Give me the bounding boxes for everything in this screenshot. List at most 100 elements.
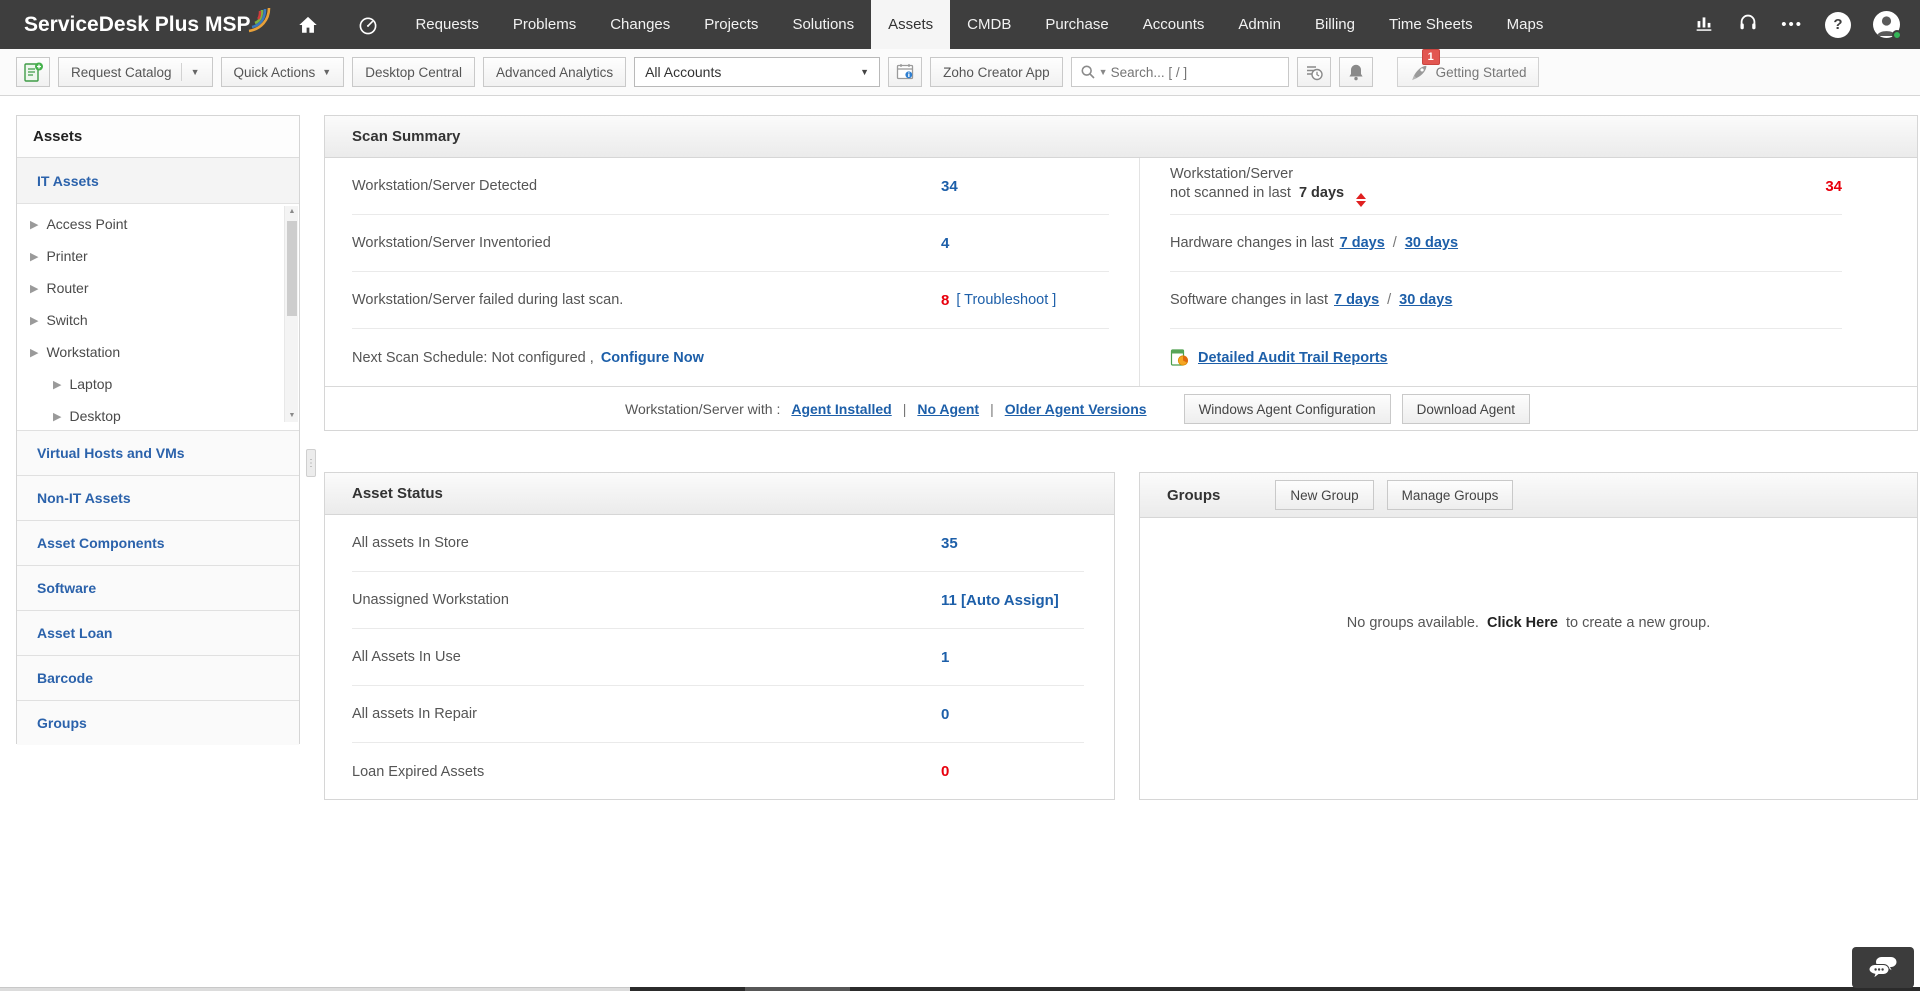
tree-scrollbar[interactable]: ▲ ▼ (284, 206, 298, 422)
sidebar-item-barcode[interactable]: Barcode (17, 655, 299, 700)
tab-maps[interactable]: Maps (1490, 0, 1561, 49)
bottom-scrollbar-thumb[interactable] (745, 987, 850, 991)
sidebar-item-asset-components[interactable]: Asset Components (17, 520, 299, 565)
failed-count[interactable]: 8 (941, 292, 949, 309)
inventoried-count[interactable]: 4 (941, 235, 949, 252)
period-stepper[interactable] (1356, 193, 1367, 207)
software-7-days-link[interactable]: 7 days (1334, 292, 1379, 308)
sidebar-item-non-it-assets[interactable]: Non-IT Assets (17, 475, 299, 520)
expand-arrow-icon[interactable]: ▶ (30, 346, 38, 359)
tab-assets[interactable]: Assets (871, 0, 951, 49)
scheduled-scans-button[interactable] (1296, 57, 1331, 87)
tree-item-router[interactable]: ▶ Router (17, 272, 299, 304)
tab-changes[interactable]: Changes (593, 0, 687, 49)
tab-admin[interactable]: Admin (1221, 0, 1298, 49)
zoho-creator-app-button[interactable]: Zoho Creator App (930, 57, 1063, 87)
sidebar-item-it-assets[interactable]: IT Assets (17, 158, 299, 204)
tab-purchase[interactable]: Purchase (1028, 0, 1125, 49)
unassigned-count-auto-assign-link[interactable]: 11 [Auto Assign] (941, 592, 1059, 609)
tab-cmdb[interactable]: CMDB (950, 0, 1028, 49)
in-store-count[interactable]: 35 (941, 535, 958, 552)
search-icon[interactable] (1080, 64, 1096, 80)
request-catalog-button[interactable]: Request Catalog ▼ (58, 57, 213, 87)
notifications-button[interactable] (1338, 57, 1373, 87)
new-request-button[interactable] (16, 57, 50, 87)
quick-actions-button[interactable]: Quick Actions ▼ (220, 57, 345, 87)
sidebar-item-groups[interactable]: Groups (17, 700, 299, 745)
help-button[interactable]: ? (1825, 11, 1851, 38)
scrollbar-thumb[interactable] (287, 221, 297, 316)
configure-now-link[interactable]: Configure Now (601, 350, 704, 366)
bottom-scrollbar-track[interactable] (0, 987, 630, 991)
app-logo[interactable]: ServiceDesk Plus MSP (0, 0, 278, 49)
live-chat-button[interactable] (1852, 947, 1914, 988)
scan-summary-right-column: Workstation/Server not scanned in last 7… (1140, 158, 1917, 386)
tab-projects[interactable]: Projects (687, 0, 775, 49)
windows-agent-configuration-button[interactable]: Windows Agent Configuration (1183, 394, 1391, 424)
manage-groups-button[interactable]: Manage Groups (1386, 480, 1514, 510)
software-30-days-link[interactable]: 30 days (1399, 292, 1452, 308)
home-tab[interactable] (278, 0, 338, 49)
expand-arrow-icon[interactable]: ▶ (30, 314, 38, 327)
more-menu-button[interactable]: ••• (1781, 16, 1803, 33)
new-group-button[interactable]: New Group (1275, 480, 1374, 510)
create-group-link[interactable]: Click Here (1487, 615, 1558, 631)
software-changes-text: Software changes in last (1170, 292, 1328, 308)
scroll-up-icon[interactable]: ▲ (285, 206, 299, 218)
tree-item-switch[interactable]: ▶ Switch (17, 304, 299, 336)
bar-chart-icon (1696, 17, 1712, 31)
account-filter-select[interactable]: All Accounts ▼ (634, 57, 881, 87)
audit-trail-reports-link[interactable]: Detailed Audit Trail Reports (1198, 350, 1388, 366)
search-input[interactable] (1110, 64, 1280, 80)
tree-item-workstation[interactable]: ▶ Workstation (17, 336, 299, 368)
desktop-central-button[interactable]: Desktop Central (352, 57, 476, 87)
tree-item-label: Desktop (69, 408, 121, 424)
download-agent-button[interactable]: Download Agent (1401, 394, 1530, 424)
tab-problems[interactable]: Problems (496, 0, 593, 49)
troubleshoot-link[interactable]: [ Troubleshoot ] (956, 292, 1056, 308)
tab-time-sheets[interactable]: Time Sheets (1372, 0, 1490, 49)
search-scope-caret-icon[interactable]: ▼ (1099, 67, 1108, 77)
expand-arrow-icon[interactable]: ▶ (30, 282, 38, 295)
expand-arrow-icon[interactable]: ▶ (30, 218, 38, 231)
tree-item-access-point[interactable]: ▶ Access Point (17, 208, 299, 240)
expand-arrow-icon[interactable]: ▶ (53, 378, 61, 391)
expand-arrow-icon[interactable]: ▶ (53, 410, 61, 423)
sidebar-item-asset-loan[interactable]: Asset Loan (17, 610, 299, 655)
getting-started-button[interactable]: 1 Getting Started (1396, 49, 1540, 87)
tree-item-laptop[interactable]: ▶ Laptop (17, 368, 299, 400)
up-arrow-icon[interactable] (1356, 193, 1367, 199)
in-use-count[interactable]: 1 (941, 649, 949, 666)
loan-expired-count[interactable]: 0 (941, 763, 949, 780)
reports-chart-button[interactable] (1693, 11, 1715, 38)
scroll-down-icon[interactable]: ▼ (285, 410, 299, 422)
tree-item-printer[interactable]: ▶ Printer (17, 240, 299, 272)
advanced-analytics-button[interactable]: Advanced Analytics (483, 57, 627, 87)
sidebar-item-virtual-hosts[interactable]: Virtual Hosts and VMs (17, 430, 299, 475)
user-menu-button[interactable] (1873, 11, 1902, 40)
hardware-7-days-link[interactable]: 7 days (1340, 235, 1385, 251)
in-repair-count[interactable]: 0 (941, 706, 949, 723)
agent-installed-link[interactable]: Agent Installed (791, 401, 891, 417)
expand-arrow-icon[interactable]: ▶ (30, 250, 38, 263)
tree-item-desktop[interactable]: ▶ Desktop (17, 400, 299, 432)
hardware-30-days-link[interactable]: 30 days (1405, 235, 1458, 251)
tab-accounts[interactable]: Accounts (1126, 0, 1222, 49)
dashboard-tab[interactable] (338, 0, 398, 49)
sidebar-collapse-handle[interactable]: ⋮ (306, 449, 316, 477)
support-button[interactable] (1737, 11, 1759, 38)
tab-requests[interactable]: Requests (398, 0, 495, 49)
not-scanned-count[interactable]: 34 (1825, 178, 1842, 195)
groups-header: Groups New Group Manage Groups (1140, 473, 1917, 518)
down-arrow-icon[interactable] (1356, 201, 1367, 207)
row-label: All assets In Repair (352, 706, 477, 722)
tree-item-label: Access Point (46, 216, 128, 232)
older-agent-versions-link[interactable]: Older Agent Versions (1005, 401, 1147, 417)
detected-count[interactable]: 34 (941, 178, 958, 195)
sidebar-item-software[interactable]: Software (17, 565, 299, 610)
tab-solutions[interactable]: Solutions (775, 0, 871, 49)
account-details-button[interactable] (888, 57, 923, 87)
tab-billing[interactable]: Billing (1298, 0, 1372, 49)
no-agent-link[interactable]: No Agent (917, 401, 979, 417)
not-scanned-period[interactable]: 7 days (1299, 185, 1344, 201)
